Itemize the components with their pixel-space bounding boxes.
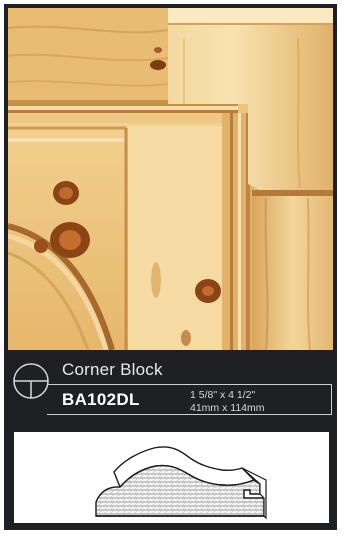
moulding-profile-drawing xyxy=(95,446,267,520)
product-info: Corner Block BA102DL 1 5/8" x 4 1/2" 41m… xyxy=(4,350,337,530)
product-name: Corner Block xyxy=(62,360,163,379)
product-photo xyxy=(8,8,333,350)
product-card: Corner Block BA102DL 1 5/8" x 4 1/2" 41m… xyxy=(4,4,337,530)
profile-drawing-panel xyxy=(14,432,329,523)
size-metric: 41mm x 114mm xyxy=(190,402,265,414)
product-sku: BA102DL xyxy=(62,390,140,409)
size-imperial: 1 5/8" x 4 1/2" xyxy=(190,389,256,401)
